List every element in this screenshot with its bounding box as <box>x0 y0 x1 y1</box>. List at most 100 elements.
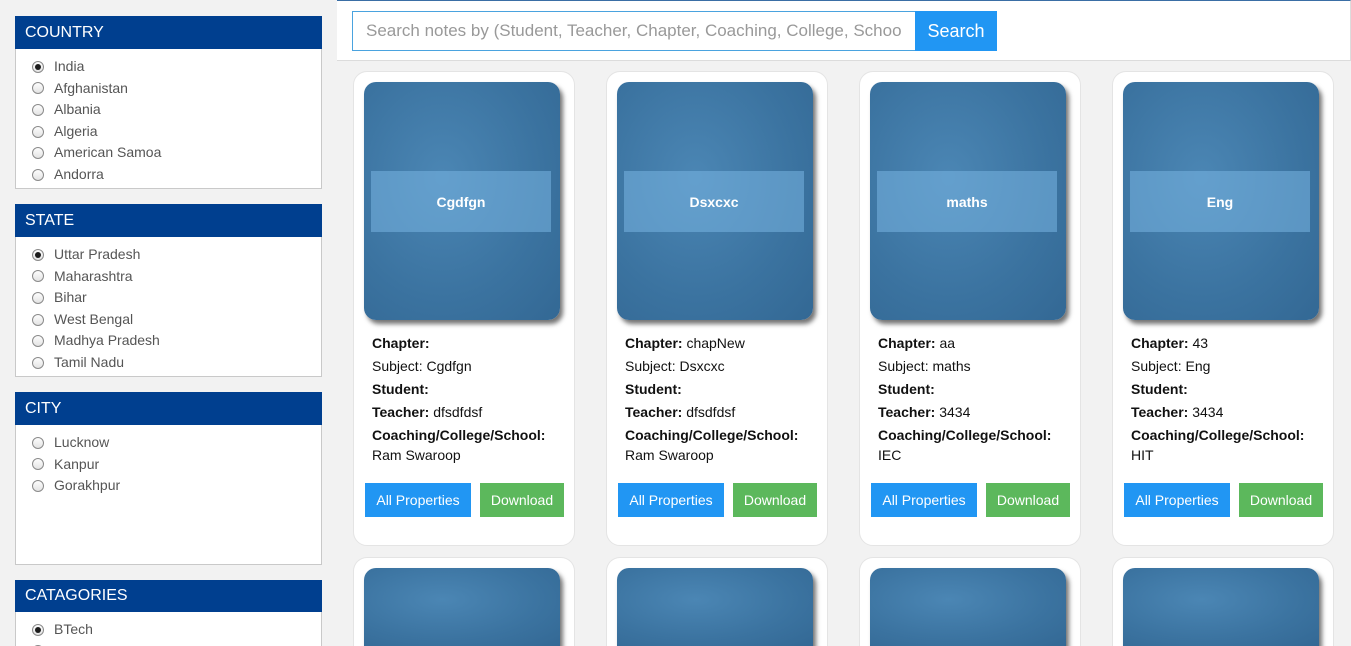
download-button[interactable]: Download <box>1239 483 1323 517</box>
subject-value: Cgdfgn <box>426 358 472 374</box>
radio-icon[interactable] <box>32 147 44 160</box>
state-option[interactable]: Uttar Pradesh <box>16 244 321 266</box>
note-cover[interactable] <box>617 568 813 646</box>
city-option[interactable]: Kanpur <box>16 454 321 476</box>
teacher-label: Teacher: <box>372 404 430 420</box>
radio-checked-icon[interactable] <box>32 623 44 636</box>
note-info: Chapter: chapNew Subject: Dsxcxc Student… <box>625 335 821 470</box>
state-option[interactable]: West Bengal <box>16 309 321 331</box>
state-option[interactable]: Tamil Nadu <box>16 352 321 374</box>
chapter-label: Chapter: <box>625 335 683 351</box>
coaching-label: Coaching/College/School: <box>625 427 799 443</box>
radio-icon[interactable] <box>32 335 44 348</box>
note-cover[interactable]: Dsxcxc <box>617 82 813 320</box>
note-card: maths Chapter: aa Subject: maths Student… <box>859 71 1081 546</box>
chapter-label: Chapter: <box>372 335 430 351</box>
all-properties-button[interactable]: All Properties <box>365 483 471 517</box>
radio-icon[interactable] <box>32 356 44 369</box>
country-option-label: Afghanistan <box>54 79 128 96</box>
state-option[interactable]: Madhya Pradesh <box>16 330 321 352</box>
city-option-label: Lucknow <box>54 434 110 450</box>
all-properties-button[interactable]: All Properties <box>1124 483 1230 517</box>
all-properties-button[interactable]: All Properties <box>871 483 977 517</box>
radio-icon[interactable] <box>32 168 44 181</box>
download-button[interactable]: Download <box>986 483 1070 517</box>
note-card: Cgdfgn Chapter: Subject: Cgdfgn Student:… <box>353 71 575 546</box>
radio-checked-icon[interactable] <box>32 248 44 261</box>
teacher-label: Teacher: <box>878 404 936 420</box>
categories-options[interactable]: BTech <box>15 612 322 646</box>
city-option-label: Gorakhpur <box>54 477 121 494</box>
country-option[interactable]: Afghanistan <box>16 78 321 100</box>
teacher-label: Teacher: <box>1131 404 1189 420</box>
note-cover[interactable] <box>364 568 560 646</box>
city-option[interactable]: Lucknow <box>16 432 321 454</box>
note-cover[interactable]: Cgdfgn <box>364 82 560 320</box>
note-cover[interactable]: maths <box>870 82 1066 320</box>
category-option[interactable] <box>16 641 321 646</box>
country-filter-title: COUNTRY <box>15 16 322 49</box>
state-option-label: Bihar <box>54 289 87 306</box>
note-card <box>859 557 1081 646</box>
state-options[interactable]: Uttar Pradesh Maharashtra Bihar West Ben… <box>15 237 322 377</box>
radio-icon[interactable] <box>32 479 44 492</box>
radio-icon[interactable] <box>32 436 44 449</box>
subject-value: maths <box>932 358 971 374</box>
note-cover[interactable] <box>1123 568 1319 646</box>
city-options[interactable]: Lucknow Kanpur Gorakhpur <box>15 425 322 565</box>
teacher-value: dfsdfdsf <box>686 404 736 420</box>
download-button[interactable]: Download <box>480 483 564 517</box>
coaching-label: Coaching/College/School: <box>372 427 546 443</box>
subject-label: Subject: <box>625 358 676 374</box>
radio-icon[interactable] <box>32 103 44 116</box>
student-label: Student: <box>625 381 682 397</box>
category-option-label: BTech <box>54 621 93 637</box>
student-label: Student: <box>878 381 935 397</box>
coaching-value: HIT <box>1131 447 1154 463</box>
teacher-value: 3434 <box>1192 404 1224 420</box>
teacher-label: Teacher: <box>625 404 683 420</box>
subject-value: Eng <box>1185 358 1211 374</box>
all-properties-button[interactable]: All Properties <box>618 483 724 517</box>
teacher-value: 3434 <box>939 404 971 420</box>
radio-icon[interactable] <box>32 82 44 95</box>
note-cover-title: Eng <box>1130 171 1310 232</box>
state-option[interactable]: Maharashtra <box>16 266 321 288</box>
country-option-label: India <box>54 58 85 74</box>
coaching-value: Ram Swaroop <box>372 447 461 463</box>
search-input[interactable] <box>352 11 915 51</box>
radio-icon[interactable] <box>32 125 44 138</box>
radio-icon[interactable] <box>32 458 44 471</box>
search-bar: Search <box>337 0 1351 61</box>
country-option[interactable]: India <box>16 56 321 78</box>
country-option[interactable]: Andorra <box>16 164 321 186</box>
city-filter-title: CITY <box>15 392 322 425</box>
note-cover-title: Cgdfgn <box>371 171 551 232</box>
search-button[interactable]: Search <box>915 11 997 51</box>
country-option[interactable]: American Samoa <box>16 142 321 164</box>
radio-checked-icon[interactable] <box>32 60 44 73</box>
chapter-value: 43 <box>1192 335 1209 351</box>
category-option[interactable]: BTech <box>16 619 321 641</box>
radio-icon[interactable] <box>32 313 44 326</box>
note-cover[interactable]: Eng <box>1123 82 1319 320</box>
chapter-label: Chapter: <box>1131 335 1189 351</box>
coaching-value: Ram Swaroop <box>625 447 714 463</box>
state-option[interactable]: Bihar <box>16 287 321 309</box>
country-option-label: Andorra <box>54 165 104 182</box>
note-cover[interactable] <box>870 568 1066 646</box>
note-cover-title: maths <box>877 171 1057 232</box>
city-option[interactable]: Gorakhpur <box>16 475 321 497</box>
download-button[interactable]: Download <box>733 483 817 517</box>
city-option-label: Kanpur <box>54 455 100 472</box>
radio-icon[interactable] <box>32 291 44 304</box>
student-label: Student: <box>372 381 429 397</box>
radio-icon[interactable] <box>32 270 44 283</box>
state-option-label: West Bengal <box>54 310 134 327</box>
categories-filter: CATAGORIES BTech <box>15 580 322 646</box>
country-option[interactable]: Albania <box>16 99 321 121</box>
chapter-value: chapNew <box>686 335 745 351</box>
country-option[interactable]: Algeria <box>16 121 321 143</box>
student-label: Student: <box>1131 381 1188 397</box>
country-options[interactable]: India Afghanistan Albania Algeria Americ… <box>15 49 322 189</box>
